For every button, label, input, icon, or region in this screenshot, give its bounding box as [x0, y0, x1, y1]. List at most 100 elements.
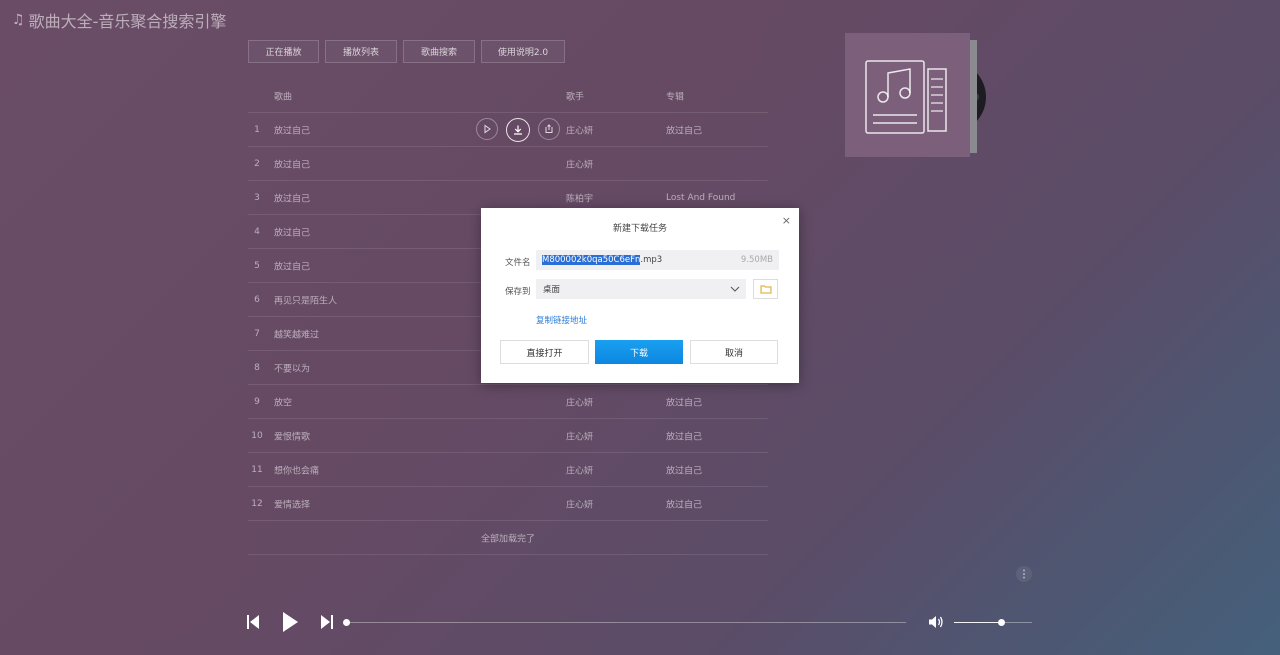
- row-song: 再见只是陌生人: [274, 296, 338, 306]
- progress-track[interactable]: [346, 622, 906, 623]
- app-title: ♫ 歌曲大全-音乐聚合搜索引擎: [12, 8, 226, 32]
- row-number: 1: [254, 124, 260, 135]
- row-song: 放过自己: [274, 160, 311, 170]
- row-number: 7: [254, 328, 260, 339]
- download-button[interactable]: 下载: [595, 340, 683, 364]
- row-singer: 庄心妍: [566, 500, 594, 510]
- header-singer: 歌手: [566, 92, 585, 103]
- row-album: 放过自己: [666, 466, 703, 476]
- nav-tabs: 正在播放 播放列表 歌曲搜索 使用说明2.0: [248, 40, 565, 63]
- music-note-icon: ♫: [12, 12, 25, 28]
- row-number: 4: [254, 226, 260, 237]
- file-name-label: 文件名: [505, 258, 531, 268]
- row-singer: 庄心妍: [566, 398, 594, 408]
- chevron-down-icon: [730, 286, 740, 292]
- browse-folder-button[interactable]: [753, 279, 778, 299]
- folder-icon: [760, 285, 771, 294]
- more-icon: [1023, 569, 1025, 579]
- list-item[interactable]: 11 想你也会痛 庄心妍 放过自己: [248, 453, 768, 487]
- file-name-value: M800002k0qa50C6eFn.mp3: [542, 255, 662, 265]
- file-name-selection: M800002k0qa50C6eFn: [542, 255, 641, 265]
- row-song: 爱恨情歌: [274, 432, 311, 442]
- row-song: 放过自己: [274, 228, 311, 238]
- copy-link-address[interactable]: 复制链接地址: [536, 314, 587, 326]
- row-song: 放空: [274, 398, 293, 408]
- volume-handle[interactable]: [997, 619, 1005, 626]
- play-icon: [283, 612, 298, 632]
- tab-song-search[interactable]: 歌曲搜索: [403, 40, 475, 63]
- row-number: 8: [254, 362, 260, 373]
- row-album: 放过自己: [666, 500, 703, 510]
- row-singer: 陈柏宇: [566, 194, 594, 204]
- list-footer: 全部加载完了: [248, 521, 768, 555]
- play-button[interactable]: [280, 610, 300, 634]
- play-icon: [484, 124, 491, 133]
- row-singer: 庄心妍: [566, 160, 594, 170]
- play-song-button[interactable]: [476, 117, 498, 140]
- list-item[interactable]: 2 放过自己 庄心妍: [248, 147, 768, 181]
- skip-next-icon: [321, 615, 333, 629]
- file-name-extension: .mp3: [640, 255, 663, 265]
- row-number: 5: [254, 260, 260, 271]
- open-directly-button[interactable]: 直接打开: [500, 340, 589, 364]
- row-song: 放过自己: [274, 126, 311, 136]
- volume-icon: [929, 616, 943, 628]
- row-song: 不要以为: [274, 364, 311, 374]
- row-singer: 庄心妍: [566, 432, 594, 442]
- row-song: 越笑越难过: [274, 330, 320, 340]
- next-button[interactable]: [318, 612, 336, 632]
- list-item[interactable]: 9 放空 庄心妍 放过自己: [248, 385, 768, 419]
- row-actions: [476, 117, 560, 142]
- more-button[interactable]: [1016, 566, 1032, 582]
- row-song: 放过自己: [274, 194, 311, 204]
- header-album: 专辑: [666, 92, 685, 103]
- save-to-label: 保存到: [505, 287, 531, 297]
- row-number: 12: [251, 498, 263, 509]
- tab-instructions[interactable]: 使用说明2.0: [481, 40, 565, 63]
- download-icon: [514, 125, 522, 135]
- download-dialog: 新建下载任务 × 文件名 M800002k0qa50C6eFn.mp3 9.50…: [481, 208, 799, 383]
- row-number: 2: [254, 158, 260, 169]
- row-album: Lost And Found: [666, 192, 736, 203]
- row-number: 3: [254, 192, 260, 203]
- row-singer: 庄心妍: [566, 126, 594, 136]
- row-album: 放过自己: [666, 126, 703, 136]
- row-number: 10: [251, 430, 263, 441]
- skip-previous-icon: [247, 615, 259, 629]
- prev-button[interactable]: [244, 612, 262, 632]
- download-song-button[interactable]: [506, 117, 530, 142]
- cancel-button[interactable]: 取消: [690, 340, 778, 364]
- share-icon: [545, 123, 553, 133]
- save-location-value: 桌面: [543, 285, 561, 295]
- list-item[interactable]: 10 爱恨情歌 庄心妍 放过自己: [248, 419, 768, 453]
- player-bar: [0, 600, 1280, 645]
- row-song: 放过自己: [274, 262, 311, 272]
- album-cover: [845, 33, 970, 157]
- row-album: 放过自己: [666, 398, 703, 408]
- file-name-field[interactable]: M800002k0qa50C6eFn.mp3 9.50MB: [536, 250, 779, 270]
- dialog-title: 新建下载任务: [612, 224, 667, 234]
- tab-playlist[interactable]: 播放列表: [325, 40, 397, 63]
- row-number: 6: [254, 294, 260, 305]
- row-singer: 庄心妍: [566, 466, 594, 476]
- header-song: 歌曲: [274, 92, 293, 103]
- share-song-button[interactable]: [538, 117, 560, 140]
- list-header: 歌曲 歌手 专辑: [248, 80, 768, 113]
- app-title-text: 歌曲大全-音乐聚合搜索引擎: [28, 12, 227, 31]
- volume-button[interactable]: [927, 614, 945, 630]
- list-item[interactable]: 12 爱情选择 庄心妍 放过自己: [248, 487, 768, 521]
- close-icon[interactable]: ×: [782, 214, 791, 227]
- progress-handle[interactable]: [343, 619, 350, 626]
- volume-fill: [954, 622, 1001, 623]
- tab-now-playing[interactable]: 正在播放: [248, 40, 319, 63]
- music-document-icon: [865, 60, 947, 134]
- list-item[interactable]: 1 放过自己 庄心妍 放过自己: [248, 113, 768, 147]
- row-number: 9: [254, 396, 260, 407]
- row-album: 放过自己: [666, 432, 703, 442]
- save-location-select[interactable]: 桌面: [536, 279, 746, 299]
- all-loaded-text: 全部加载完了: [480, 534, 535, 544]
- row-song: 爱情选择: [274, 500, 311, 510]
- row-song: 想你也会痛: [274, 466, 320, 476]
- file-size: 9.50MB: [740, 255, 773, 265]
- row-number: 11: [251, 464, 263, 475]
